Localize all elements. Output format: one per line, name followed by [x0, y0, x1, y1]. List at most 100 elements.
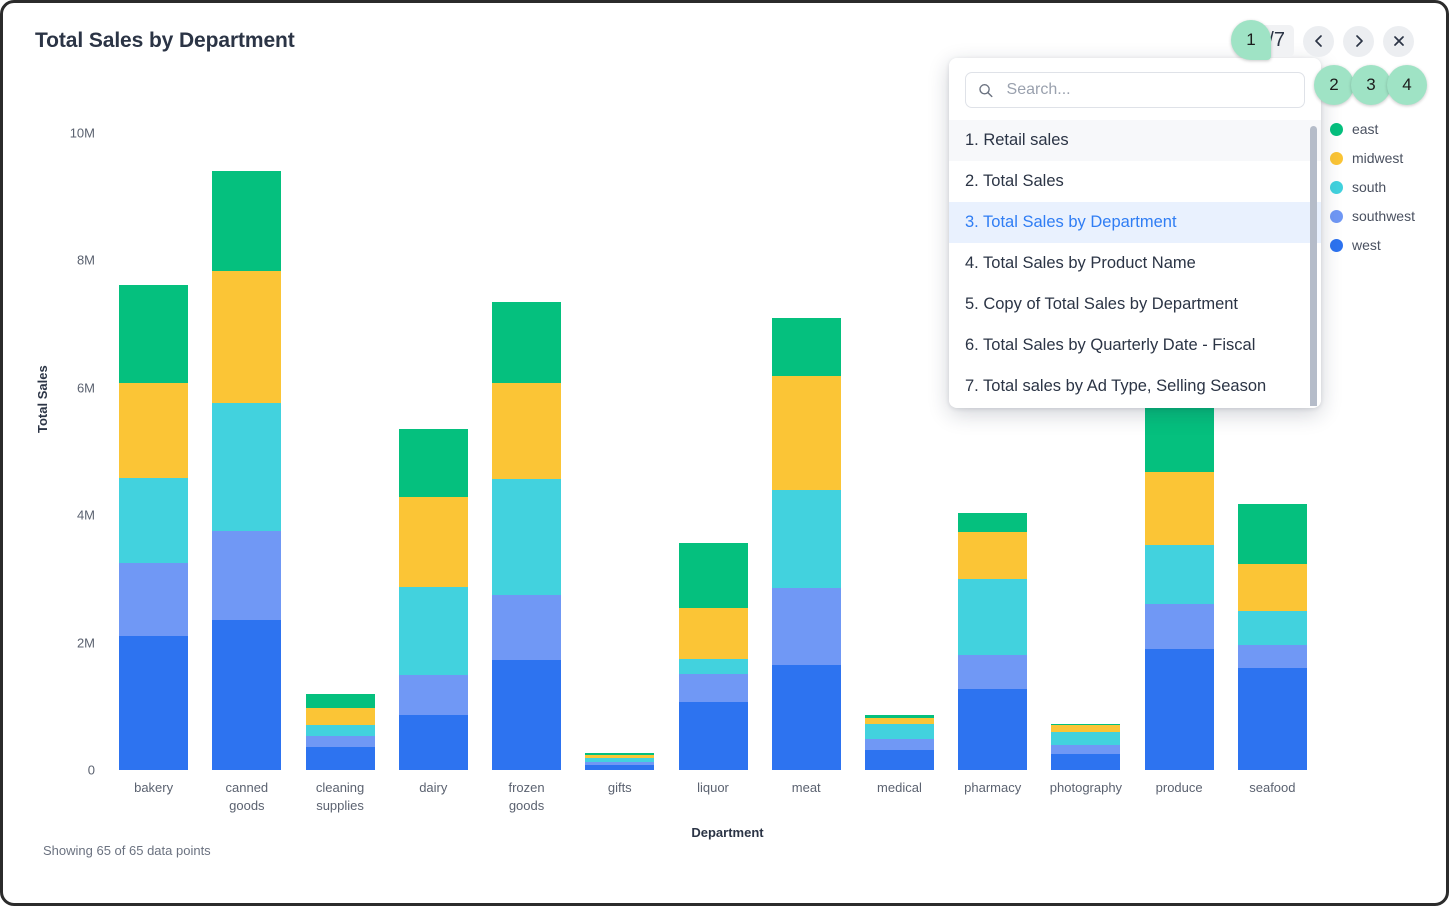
bar-segment-east[interactable]	[679, 543, 748, 609]
bar-segment-south[interactable]	[958, 579, 1027, 655]
bar-segment-south[interactable]	[306, 725, 375, 736]
close-icon	[1392, 34, 1406, 48]
bar-segment-midwest[interactable]	[679, 608, 748, 658]
bar-segment-midwest[interactable]	[492, 383, 561, 479]
chart-option-7[interactable]: 7. Total sales by Ad Type, Selling Seaso…	[949, 366, 1321, 406]
bar-segment-east[interactable]	[212, 171, 281, 271]
bar-segment-west[interactable]	[492, 660, 561, 770]
legend-label: east	[1352, 121, 1378, 137]
bar-segment-west[interactable]	[958, 689, 1027, 770]
bar-segment-southwest[interactable]	[212, 531, 281, 620]
bar-segment-south[interactable]	[772, 490, 841, 588]
x-axis-tick-label: seafood	[1212, 779, 1332, 797]
bar-segment-west[interactable]	[306, 747, 375, 770]
bar-segment-southwest[interactable]	[399, 675, 468, 715]
bar-segment-east[interactable]	[399, 429, 468, 497]
bar-segment-south[interactable]	[399, 587, 468, 675]
close-button[interactable]	[1383, 26, 1414, 57]
bar-column-meat[interactable]	[772, 133, 841, 770]
bar-column-cleaning-supplies[interactable]	[306, 133, 375, 770]
bar-segment-west[interactable]	[1145, 649, 1214, 770]
bar-segment-east[interactable]	[958, 513, 1027, 532]
legend-item-south[interactable]: south	[1330, 179, 1415, 195]
bar-segment-south[interactable]	[1145, 545, 1214, 605]
chart-option-4[interactable]: 4. Total Sales by Product Name	[949, 243, 1321, 284]
bar-segment-southwest[interactable]	[772, 588, 841, 665]
search-input[interactable]	[1005, 80, 1292, 100]
bar-segment-west[interactable]	[1238, 668, 1307, 770]
walkthrough-toolbar: 3/7	[1248, 25, 1414, 57]
bar-column-gifts[interactable]	[585, 133, 654, 770]
chart-option-list[interactable]: 1. Retail sales2. Total Sales3. Total Sa…	[949, 120, 1321, 406]
bar-segment-west[interactable]	[679, 702, 748, 770]
bar-segment-west[interactable]	[865, 750, 934, 770]
chevron-left-icon	[1312, 34, 1326, 48]
bar-segment-east[interactable]	[492, 302, 561, 384]
previous-step-button[interactable]	[1303, 26, 1334, 57]
bar-segment-west[interactable]	[585, 765, 654, 770]
bar-segment-south[interactable]	[119, 478, 188, 563]
search-icon	[978, 82, 994, 99]
bar-segment-southwest[interactable]	[492, 595, 561, 661]
chart-option-3[interactable]: 3. Total Sales by Department	[949, 202, 1321, 243]
legend-label: west	[1352, 237, 1381, 253]
bar-segment-midwest[interactable]	[772, 376, 841, 490]
bar-segment-west[interactable]	[212, 620, 281, 770]
bar-segment-west[interactable]	[119, 636, 188, 770]
y-axis-tick-label: 0	[37, 763, 95, 778]
chart-option-2[interactable]: 2. Total Sales	[949, 161, 1321, 202]
next-step-button[interactable]	[1343, 26, 1374, 57]
bar-segment-southwest[interactable]	[865, 739, 934, 750]
legend-label: south	[1352, 179, 1386, 195]
bar-segment-west[interactable]	[1051, 754, 1120, 770]
bar-segment-midwest[interactable]	[212, 271, 281, 403]
bar-segment-west[interactable]	[399, 715, 468, 770]
chart-option-6[interactable]: 6. Total Sales by Quarterly Date - Fisca…	[949, 325, 1321, 366]
legend-item-west[interactable]: west	[1330, 237, 1415, 253]
search-box[interactable]	[965, 72, 1305, 108]
bar-segment-midwest[interactable]	[1051, 725, 1120, 732]
bar-column-frozen-goods[interactable]	[492, 133, 561, 770]
bar-segment-east[interactable]	[119, 285, 188, 383]
legend-item-midwest[interactable]: midwest	[1330, 150, 1415, 166]
bar-segment-east[interactable]	[1238, 504, 1307, 564]
bar-segment-midwest[interactable]	[1145, 472, 1214, 545]
bar-column-canned-goods[interactable]	[212, 133, 281, 770]
bar-column-bakery[interactable]	[119, 133, 188, 770]
bar-column-liquor[interactable]	[679, 133, 748, 770]
chart-option-label: 6. Total Sales by Quarterly Date - Fisca…	[965, 336, 1255, 355]
chart-option-5[interactable]: 5. Copy of Total Sales by Department	[949, 284, 1321, 325]
bar-segment-southwest[interactable]	[958, 655, 1027, 689]
bar-segment-southwest[interactable]	[306, 736, 375, 747]
bar-segment-southwest[interactable]	[679, 674, 748, 702]
legend-item-southwest[interactable]: southwest	[1330, 208, 1415, 224]
bar-segment-east[interactable]	[1145, 406, 1214, 472]
legend-label: midwest	[1352, 150, 1403, 166]
bar-column-medical[interactable]	[865, 133, 934, 770]
legend-item-east[interactable]: east	[1330, 121, 1415, 137]
bar-segment-midwest[interactable]	[958, 532, 1027, 579]
bar-segment-east[interactable]	[306, 694, 375, 709]
bar-segment-south[interactable]	[679, 659, 748, 674]
bar-segment-west[interactable]	[772, 665, 841, 770]
chart-selector-dropdown: 1. Retail sales2. Total Sales3. Total Sa…	[949, 58, 1321, 408]
bar-segment-south[interactable]	[212, 403, 281, 531]
bar-segment-midwest[interactable]	[399, 497, 468, 587]
bar-segment-midwest[interactable]	[1238, 564, 1307, 611]
bar-segment-midwest[interactable]	[119, 383, 188, 478]
bar-segment-southwest[interactable]	[1051, 745, 1120, 755]
bar-segment-southwest[interactable]	[119, 563, 188, 636]
bar-segment-southwest[interactable]	[1238, 645, 1307, 669]
bar-segment-east[interactable]	[772, 318, 841, 375]
bar-segment-south[interactable]	[865, 724, 934, 739]
legend-swatch-icon	[1330, 181, 1343, 194]
chart-option-1[interactable]: 1. Retail sales	[949, 120, 1321, 161]
dropdown-scrollbar[interactable]	[1310, 126, 1317, 406]
bar-segment-south[interactable]	[1051, 732, 1120, 744]
bar-segment-midwest[interactable]	[306, 708, 375, 725]
bar-segment-south[interactable]	[1238, 611, 1307, 645]
bar-segment-southwest[interactable]	[1145, 604, 1214, 649]
chart-option-label: 4. Total Sales by Product Name	[965, 254, 1196, 273]
bar-segment-south[interactable]	[492, 479, 561, 595]
bar-column-dairy[interactable]	[399, 133, 468, 770]
